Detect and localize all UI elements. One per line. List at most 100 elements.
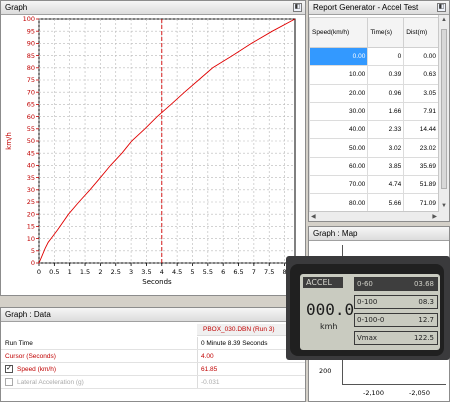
table-cell[interactable]: 0.00 xyxy=(309,46,369,67)
pin-icon[interactable]: ◧ xyxy=(437,3,446,12)
x-tick-label: 7 xyxy=(252,268,256,276)
data-row[interactable]: Lateral Acceleration (g) -0.031 xyxy=(1,376,305,389)
table-row[interactable]: 30.00 1.66 7.91 xyxy=(309,101,439,122)
y-tick-label: 30 xyxy=(27,186,35,194)
table-cell[interactable]: 4.74 xyxy=(367,175,405,195)
y-tick-label: 60 xyxy=(27,113,35,121)
table-cell[interactable]: 2.33 xyxy=(367,120,405,140)
report-generator-panel: Report Generator - Accel Test ◧ Speed(km… xyxy=(308,0,450,222)
y-tick-label: 45 xyxy=(27,149,35,157)
device-result-label: 0-60 xyxy=(357,280,373,288)
y-tick-label: 50 xyxy=(27,137,35,145)
table-cell[interactable]: 10.00 xyxy=(309,65,369,85)
channel-checkbox[interactable]: ✓ xyxy=(5,365,13,373)
table-cell[interactable]: 7.91 xyxy=(403,101,439,122)
table-cell[interactable]: 3.05 xyxy=(403,83,439,103)
table-cell[interactable]: 0.00 xyxy=(403,46,439,67)
scroll-left-icon[interactable]: ◀ xyxy=(311,213,316,220)
report-column-header[interactable]: Time(s) xyxy=(367,17,405,48)
table-row[interactable]: 60.00 3.85 35.69 xyxy=(309,156,439,177)
table-cell[interactable]: 70.00 xyxy=(309,175,369,195)
report-column-header[interactable]: Dist(m) xyxy=(403,17,439,48)
table-cell[interactable]: 3.85 xyxy=(367,156,405,177)
device-lcd: ACCEL 000.0 kmh 0-60 03.68 0-100 08.3 0-… xyxy=(300,274,440,350)
table-cell[interactable]: 60.00 xyxy=(309,156,369,177)
speed-chart[interactable]: 0 0.5 1 1.5 2 2.5 3 3.5 4 4.5 5 5.5 6 6.5 7 7.5 80 5 10 15 2… xyxy=(1,15,305,295)
data-row-name: Run Time xyxy=(5,340,33,347)
data-row[interactable]: ✓ Speed (km/h) 61.85 xyxy=(1,363,305,376)
table-cell[interactable]: 40.00 xyxy=(309,120,369,140)
data-titlebar: Graph : Data xyxy=(1,308,305,322)
y-tick-label: 5 xyxy=(31,247,35,255)
device-result-value: 12.7 xyxy=(418,316,434,324)
data-row-value: 61.85 xyxy=(201,366,218,373)
report-column-header[interactable]: Speed(km/h) xyxy=(309,17,369,48)
graph-titlebar: Graph ◧ xyxy=(1,1,305,15)
table-cell[interactable]: 3.02 xyxy=(367,138,405,158)
x-tick-label: 3 xyxy=(129,268,133,276)
y-axis-label: km/h xyxy=(5,132,13,150)
report-horizontal-scrollbar[interactable]: ◀ ▶ xyxy=(309,211,439,221)
device-result-value: 03.68 xyxy=(413,280,434,288)
y-tick-label: 100 xyxy=(23,15,35,23)
x-tick-label: 3.5 xyxy=(141,268,151,276)
table-cell[interactable]: 80.00 xyxy=(309,193,369,213)
table-cell[interactable]: 23.02 xyxy=(403,138,439,158)
report-vertical-scrollbar[interactable]: ▲ ▼ xyxy=(438,15,449,221)
table-cell[interactable]: 0 xyxy=(367,46,405,67)
map-x-label: -2,100 xyxy=(363,389,384,397)
y-tick-label: 95 xyxy=(27,27,35,35)
graph-data-panel: Graph : Data PBOX_030.DBN (Run 3) Run Ti… xyxy=(0,307,306,402)
table-cell[interactable]: 0.96 xyxy=(367,83,405,103)
data-row-value: 0 Minute 8.39 Seconds xyxy=(201,340,268,347)
table-row[interactable]: 70.00 4.74 51.89 xyxy=(309,175,439,195)
x-tick-label: 7.5 xyxy=(264,268,274,276)
table-row[interactable]: 20.00 0.96 3.05 xyxy=(309,83,439,103)
device-result-label: Vmax xyxy=(357,334,378,342)
x-tick-label: 0 xyxy=(37,268,41,276)
y-tick-label: 10 xyxy=(27,235,35,243)
x-tick-label: 4.5 xyxy=(172,268,182,276)
x-axis-label: Seconds xyxy=(142,278,172,286)
table-row[interactable]: 80.00 5.66 71.09 xyxy=(309,193,439,213)
data-row-name: Lateral Acceleration (g) xyxy=(17,379,84,386)
report-table: Speed(km/h) Time(s) Dist(m) 0.00 0 0.00 10.00… xyxy=(309,17,439,221)
table-cell[interactable]: 0.63 xyxy=(403,65,439,85)
table-cell[interactable]: 0.39 xyxy=(367,65,405,85)
channel-checkbox[interactable] xyxy=(5,378,13,386)
map-titlebar: Graph : Map xyxy=(309,227,449,241)
table-cell[interactable]: 51.89 xyxy=(403,175,439,195)
scroll-down-icon[interactable]: ▼ xyxy=(441,203,447,209)
table-cell[interactable]: 71.09 xyxy=(403,193,439,213)
data-row[interactable]: Cursor (Seconds) 4.00 xyxy=(1,350,305,363)
device-result-row: 0-100 08.3 xyxy=(354,295,438,309)
y-tick-label: 80 xyxy=(27,64,35,72)
y-tick-label: 85 xyxy=(27,52,35,60)
scroll-right-icon[interactable]: ▶ xyxy=(432,213,437,220)
device-result-value: 08.3 xyxy=(418,298,434,306)
table-cell[interactable]: 20.00 xyxy=(309,83,369,103)
device-mode-label: ACCEL xyxy=(303,277,343,288)
table-row[interactable]: 40.00 2.33 14.44 xyxy=(309,120,439,140)
scroll-up-icon[interactable]: ▲ xyxy=(441,17,447,23)
x-tick-label: 5.5 xyxy=(203,268,213,276)
y-tick-label: 70 xyxy=(27,88,35,96)
y-tick-label: 20 xyxy=(27,210,35,218)
table-cell[interactable]: 35.69 xyxy=(403,156,439,177)
table-cell[interactable]: 14.44 xyxy=(403,120,439,140)
table-row[interactable]: 10.00 0.39 0.63 xyxy=(309,65,439,85)
table-row[interactable]: 0.00 0 0.00 xyxy=(309,46,439,67)
y-tick-label: 40 xyxy=(27,162,35,170)
x-tick-label: 1 xyxy=(68,268,72,276)
y-tick-label: 65 xyxy=(27,101,35,109)
table-cell[interactable]: 1.66 xyxy=(367,101,405,122)
data-panel-title: Graph : Data xyxy=(5,310,51,319)
data-row[interactable]: Run Time 0 Minute 8.39 Seconds xyxy=(1,337,305,350)
y-tick-label: 55 xyxy=(27,125,35,133)
table-cell[interactable]: 30.00 xyxy=(309,101,369,122)
scrollbar-thumb[interactable] xyxy=(441,29,447,189)
table-cell[interactable]: 50.00 xyxy=(309,138,369,158)
table-row[interactable]: 50.00 3.02 23.02 xyxy=(309,138,439,158)
pin-icon[interactable]: ◧ xyxy=(293,3,302,12)
table-cell[interactable]: 5.66 xyxy=(367,193,405,213)
